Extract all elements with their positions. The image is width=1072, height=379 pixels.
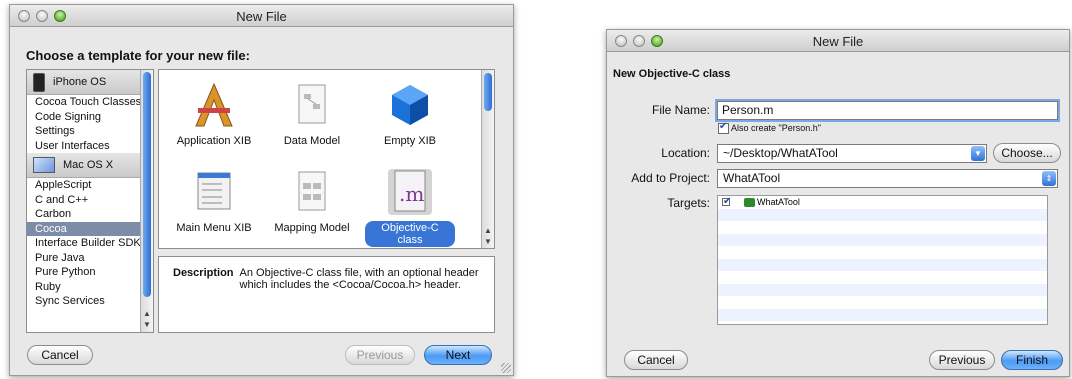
target-name: WhatATool (757, 197, 800, 207)
category-section-label: Mac OS X (63, 159, 114, 171)
template-description: Description An Objective-C class file, w… (158, 256, 495, 333)
window-title: New File (236, 9, 287, 24)
up-down-arrows-icon[interactable]: ⇕ (1042, 171, 1056, 186)
template-data-model[interactable]: Data Model (267, 82, 357, 148)
category-item-cocoa[interactable]: Cocoa (27, 221, 153, 236)
category-item-interface-builder-sdk[interactable]: Interface Builder SDK (27, 236, 153, 251)
previous-button[interactable]: Previous (345, 345, 415, 365)
add-to-project-select[interactable]: WhatATool ⇕ (717, 169, 1058, 188)
template-grid: Application XIB Data Model Empty XIB Mai… (158, 69, 495, 249)
template-grid-scrollbar[interactable]: ▲ ▼ (481, 70, 494, 248)
scrollbar-thumb[interactable] (143, 72, 151, 297)
table-row (718, 271, 1047, 284)
scroll-down-arrow-icon[interactable]: ▼ (141, 320, 153, 329)
table-row[interactable]: WhatATool (718, 196, 1047, 209)
file-name-field[interactable]: Person.m (717, 101, 1058, 120)
category-item-user-interfaces[interactable]: User Interfaces (27, 139, 153, 154)
description-text-line-1: An Objective-C class file, with an optio… (239, 267, 479, 279)
table-row (718, 283, 1047, 296)
category-section-mac-os-x[interactable]: Mac OS X (27, 153, 153, 178)
also-create-header-option[interactable]: Also create "Person.h" (718, 121, 821, 135)
template-empty-xib[interactable]: Empty XIB (365, 82, 455, 148)
category-item-cocoa-touch-classes[interactable]: Cocoa Touch Classes (27, 95, 153, 110)
location-value: ~/Desktop/WhatATool (723, 146, 838, 160)
also-create-header-checkbox[interactable] (718, 121, 729, 135)
new-file-window-class-options: New File New Objective-C class File Name… (606, 29, 1070, 377)
template-label: Application XIB (176, 135, 252, 147)
table-row (718, 308, 1047, 321)
category-item-settings[interactable]: Settings (27, 124, 153, 139)
category-item-sync-services[interactable]: Sync Services (27, 294, 153, 309)
table-row (718, 233, 1047, 246)
location-label: Location: (661, 146, 710, 160)
table-row (718, 208, 1047, 221)
scroll-up-arrow-icon[interactable]: ▲ (141, 309, 153, 318)
category-item-applescript[interactable]: AppleScript (27, 178, 153, 193)
template-application-xib[interactable]: Application XIB (169, 82, 259, 148)
category-item-carbon[interactable]: Carbon (27, 207, 153, 222)
category-item-c-and-cpp[interactable]: C and C++ (27, 193, 153, 208)
category-section-iphone-os[interactable]: iPhone OS (27, 70, 153, 95)
next-button[interactable]: Next (424, 345, 492, 365)
table-row (718, 296, 1047, 309)
category-item-ruby[interactable]: Ruby (27, 280, 153, 295)
location-combo-box[interactable]: ~/Desktop/WhatATool ▼ (717, 144, 987, 163)
chevron-down-icon[interactable]: ▼ (971, 146, 985, 161)
file-name-label: File Name: (651, 103, 710, 117)
template-mapping-model[interactable]: Mapping Model (267, 169, 357, 235)
blue-cube-icon (388, 82, 432, 128)
new-file-window-template-chooser: New File Choose a template for your new … (9, 4, 514, 376)
target-checkbox[interactable] (722, 196, 731, 209)
page-heading: New Objective-C class (613, 68, 731, 80)
targets-list: WhatATool (717, 195, 1048, 325)
svg-text:.m: .m (399, 182, 424, 206)
title-bar[interactable]: New File (10, 5, 513, 27)
template-main-menu-xib[interactable]: Main Menu XIB (169, 169, 259, 235)
table-row (718, 246, 1047, 259)
template-label: Objective-C class (365, 221, 455, 247)
objective-c-m-file-icon: .m (388, 169, 432, 215)
category-item-code-signing[interactable]: Code Signing (27, 110, 153, 125)
category-list-scrollbar[interactable]: ▲ ▼ (140, 70, 153, 332)
description-text-line-2: which includes the <Cocoa/Cocoa.h> heade… (239, 279, 461, 291)
application-xib-icon (192, 82, 236, 128)
add-to-project-value: WhatATool (723, 171, 781, 185)
mac-display-icon (33, 157, 55, 173)
description-label: Description (173, 267, 234, 279)
scroll-down-arrow-icon[interactable]: ▼ (482, 237, 494, 246)
template-label: Empty XIB (384, 135, 436, 147)
targets-label: Targets: (667, 196, 710, 210)
category-item-pure-python[interactable]: Pure Python (27, 265, 153, 280)
table-row (718, 258, 1047, 271)
mapping-model-document-icon (290, 169, 334, 215)
target-app-icon (744, 197, 755, 207)
choose-location-button[interactable]: Choose... (993, 143, 1061, 163)
cancel-button[interactable]: Cancel (624, 350, 688, 370)
category-item-pure-java[interactable]: Pure Java (27, 251, 153, 266)
scrollbar-thumb[interactable] (484, 73, 492, 111)
finish-button[interactable]: Finish (1001, 350, 1063, 370)
page-heading: Choose a template for your new file: (26, 48, 250, 63)
iphone-icon (33, 72, 45, 92)
previous-button[interactable]: Previous (929, 350, 995, 370)
menu-window-icon (192, 169, 236, 215)
scroll-up-arrow-icon[interactable]: ▲ (482, 226, 494, 235)
template-label: Main Menu XIB (176, 222, 252, 234)
resize-grip-icon[interactable] (501, 363, 511, 373)
add-to-project-label: Add to Project: (631, 171, 710, 185)
data-model-document-icon (290, 82, 334, 128)
template-label: Data Model (283, 135, 341, 147)
category-list: iPhone OS Cocoa Touch Classes Code Signi… (26, 69, 154, 333)
table-row (718, 221, 1047, 234)
template-objective-c-class[interactable]: .m Objective-C class (365, 169, 455, 247)
cancel-button[interactable]: Cancel (27, 345, 93, 365)
category-section-label: iPhone OS (53, 76, 107, 88)
also-create-header-label: Also create "Person.h" (731, 123, 821, 133)
title-bar[interactable]: New File (607, 30, 1069, 52)
template-label: Mapping Model (274, 222, 350, 234)
window-title: New File (812, 34, 864, 49)
